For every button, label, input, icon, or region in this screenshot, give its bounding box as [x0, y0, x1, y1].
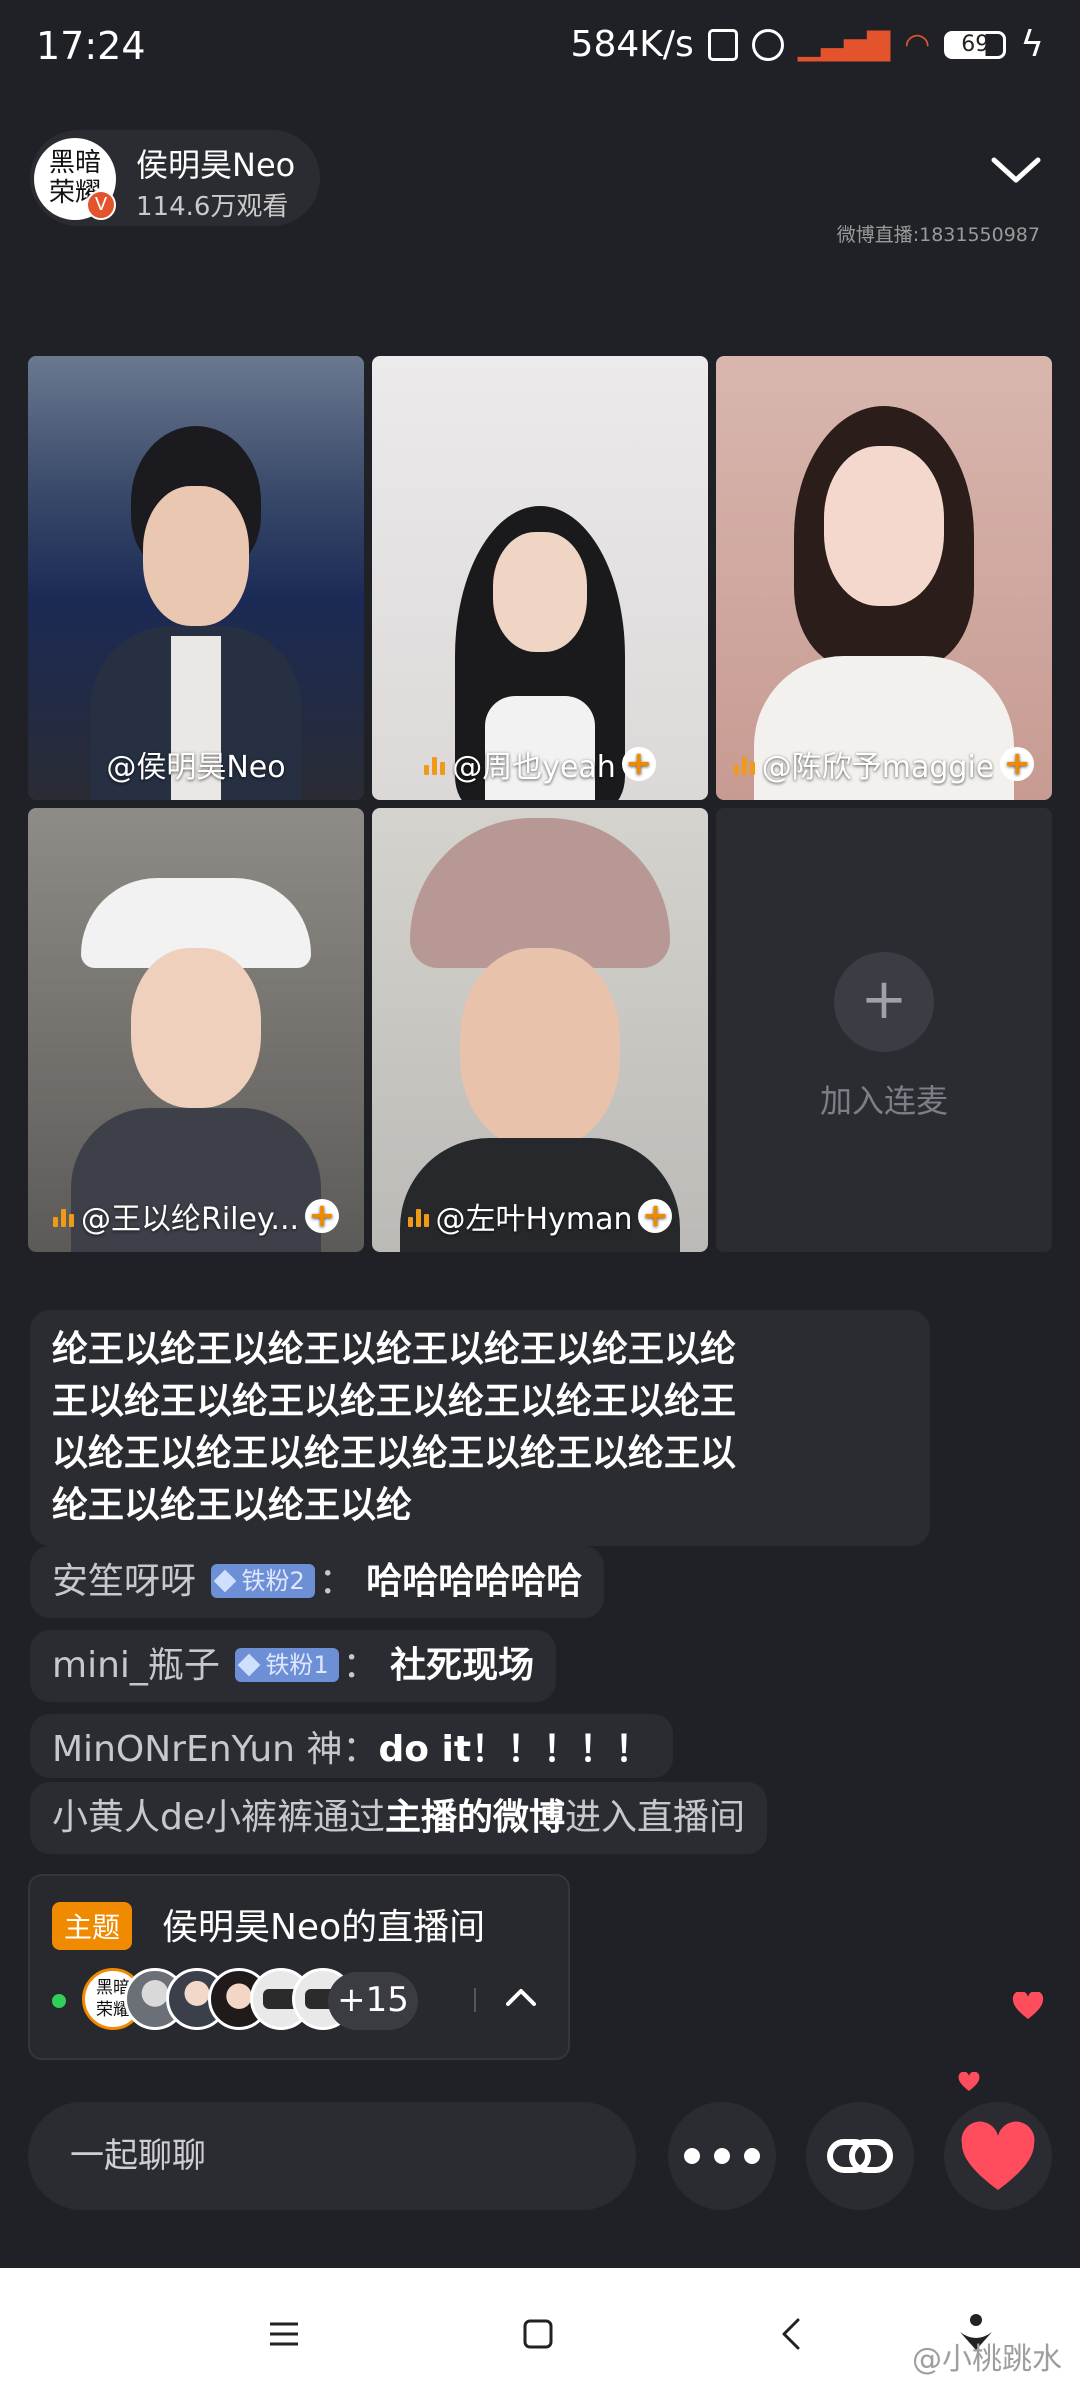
participant-name: @左叶Hyman: [435, 1202, 633, 1237]
status-icons: 584K/s ▁▃▅▇ ◠ 69 ϟ: [571, 24, 1044, 65]
chat-message-spam: 纶王以纶王以纶王以纶王以纶王以纶王以纶 王以纶王以纶王以纶王以纶王以纶王以纶王 …: [30, 1310, 930, 1546]
video-tile-guest-4[interactable]: @左叶Hyman +: [372, 808, 708, 1252]
audience-avatars[interactable]: 黑暗荣耀: [82, 1968, 482, 2034]
participant-video: [390, 818, 690, 1252]
chat-text-line: 以纶王以纶王以纶王以纶王以纶王以纶王以: [52, 1433, 737, 1474]
floating-heart-icon: [958, 2072, 980, 2091]
join-mic-tile[interactable]: + 加入连麦: [716, 808, 1052, 1252]
battery-level: 69: [961, 31, 990, 57]
system-nav-bar: @小桃跳水: [0, 2268, 1080, 2400]
more-viewers-count[interactable]: +15: [328, 1972, 418, 2030]
entry-user: 小黄人de小裤裤通过: [52, 1797, 386, 1838]
home-icon[interactable]: [518, 2314, 558, 2354]
tile-label: @陈欣予maggie +: [716, 742, 1052, 786]
fan-badge-text: 铁粉1: [265, 1651, 329, 1679]
viewer-count: 114.6万观看: [136, 192, 289, 222]
heart-icon: [961, 2121, 1035, 2190]
entry-action: 进入直播间: [565, 1797, 746, 1838]
chat-separator: ：: [318, 1561, 355, 1602]
network-speed: 584K/s: [570, 24, 694, 65]
more-dots-icon: [668, 2102, 776, 2210]
chat-text: 社死现场: [390, 1645, 535, 1686]
fan-level-badge: 铁粉1: [235, 1648, 339, 1682]
chat-text-line: 王以纶王以纶王以纶王以纶王以纶王以纶王: [52, 1381, 737, 1422]
diamond-icon: [238, 1653, 261, 1677]
online-indicator: [52, 1994, 66, 2008]
chat-separator: ：: [342, 1645, 379, 1686]
chat-separator: ：: [342, 1729, 379, 1770]
tile-label: @周也yeah +: [372, 742, 708, 786]
nfc-icon: [707, 28, 738, 61]
chevron-down-icon[interactable]: [986, 150, 1046, 190]
topic-title: 侯明昊Neo的直播间: [162, 1907, 486, 1948]
room-id: 微博直播:1831550987: [836, 224, 1040, 246]
speaking-icon: [424, 753, 446, 775]
speaking-icon: [407, 1205, 430, 1227]
diamond-icon: [214, 1569, 237, 1593]
join-mic-label: 加入连麦: [819, 1082, 948, 1120]
tile-label: @左叶Hyman +: [372, 1194, 708, 1238]
participant-video: [754, 406, 1014, 800]
participant-name: @侯明昊Neo: [106, 750, 286, 785]
divider: [474, 1988, 476, 2012]
follow-plus-icon[interactable]: +: [621, 747, 656, 781]
chat-username[interactable]: mini_瓶子: [52, 1645, 220, 1686]
status-time: 17:24: [36, 24, 146, 68]
link-icon: [827, 2139, 893, 2173]
chat-text: do it！！！！！: [378, 1729, 652, 1770]
speaking-icon: [52, 1205, 75, 1227]
status-bar: 17:24 584K/s ▁▃▅▇ ◠ 69 ϟ: [0, 0, 1080, 100]
fan-badge-text: 铁粉2: [241, 1567, 305, 1595]
follow-plus-icon[interactable]: +: [305, 1199, 340, 1233]
chat-input[interactable]: 一起聊聊: [28, 2102, 636, 2210]
back-icon[interactable]: [772, 2314, 812, 2354]
charging-icon: ϟ: [1020, 24, 1044, 65]
signal-icon: ▁▃▅▇: [797, 27, 891, 62]
entry-notice: 小黄人de小裤裤通过主播的微博进入直播间: [30, 1782, 768, 1854]
verified-badge-icon: V: [86, 190, 116, 220]
follow-plus-icon[interactable]: +: [638, 1199, 673, 1233]
tile-label: @侯明昊Neo: [28, 742, 364, 786]
tile-label: @王以纶Riley... +: [28, 1194, 364, 1238]
plus-icon[interactable]: +: [834, 952, 934, 1052]
chat-username[interactable]: 安笙呀呀: [52, 1561, 196, 1602]
participant-name: @陈欣予maggie: [761, 750, 995, 785]
link-mic-button[interactable]: [806, 2102, 914, 2210]
battery-icon: 69: [944, 30, 1007, 59]
chat-text-line: 纶王以纶王以纶王以纶: [52, 1485, 413, 1526]
fan-level-badge: 铁粉2: [211, 1564, 315, 1598]
speaking-icon: [733, 753, 756, 775]
follow-plus-icon[interactable]: +: [1000, 747, 1035, 781]
like-button[interactable]: [944, 2102, 1052, 2210]
video-tile-guest-1[interactable]: @周也yeah +: [372, 356, 708, 800]
more-options-button[interactable]: [668, 2102, 776, 2210]
participant-name: @周也yeah: [452, 750, 616, 785]
topic-tag: 主题: [52, 1902, 133, 1950]
alarm-icon: [751, 28, 784, 61]
topic-card[interactable]: 主题 侯明昊Neo的直播间 黑暗荣耀 +15: [28, 1874, 570, 2060]
host-name: 侯明昊Neo: [136, 146, 296, 184]
watermark: @小桃跳水: [912, 2342, 1062, 2377]
chat-text-line: 纶王以纶王以纶王以纶王以纶王以纶王以纶: [52, 1329, 737, 1370]
video-tile-guest-2[interactable]: @陈欣予maggie +: [716, 356, 1052, 800]
chat-message: 安笙呀呀 铁粉2 ： 哈哈哈哈哈哈: [30, 1546, 605, 1618]
chat-username[interactable]: MinONrEnYun 神: [52, 1729, 342, 1770]
wifi-icon: ◠: [904, 27, 931, 62]
video-tile-guest-3[interactable]: @王以纶Riley... +: [28, 808, 364, 1252]
participant-name: @王以纶Riley...: [80, 1202, 300, 1237]
menu-icon[interactable]: [264, 2314, 304, 2354]
chat-message: mini_瓶子 铁粉1 ： 社死现场: [30, 1630, 557, 1702]
chevron-up-icon[interactable]: [504, 1984, 538, 2010]
chat-text: 哈哈哈哈哈哈: [366, 1561, 583, 1602]
entry-source[interactable]: 主播的微博: [385, 1797, 565, 1838]
video-tile-host[interactable]: @侯明昊Neo: [28, 356, 364, 800]
chat-message: MinONrEnYun 神：do it！！！！！: [30, 1714, 674, 1778]
floating-heart-icon: [1012, 1992, 1044, 2019]
